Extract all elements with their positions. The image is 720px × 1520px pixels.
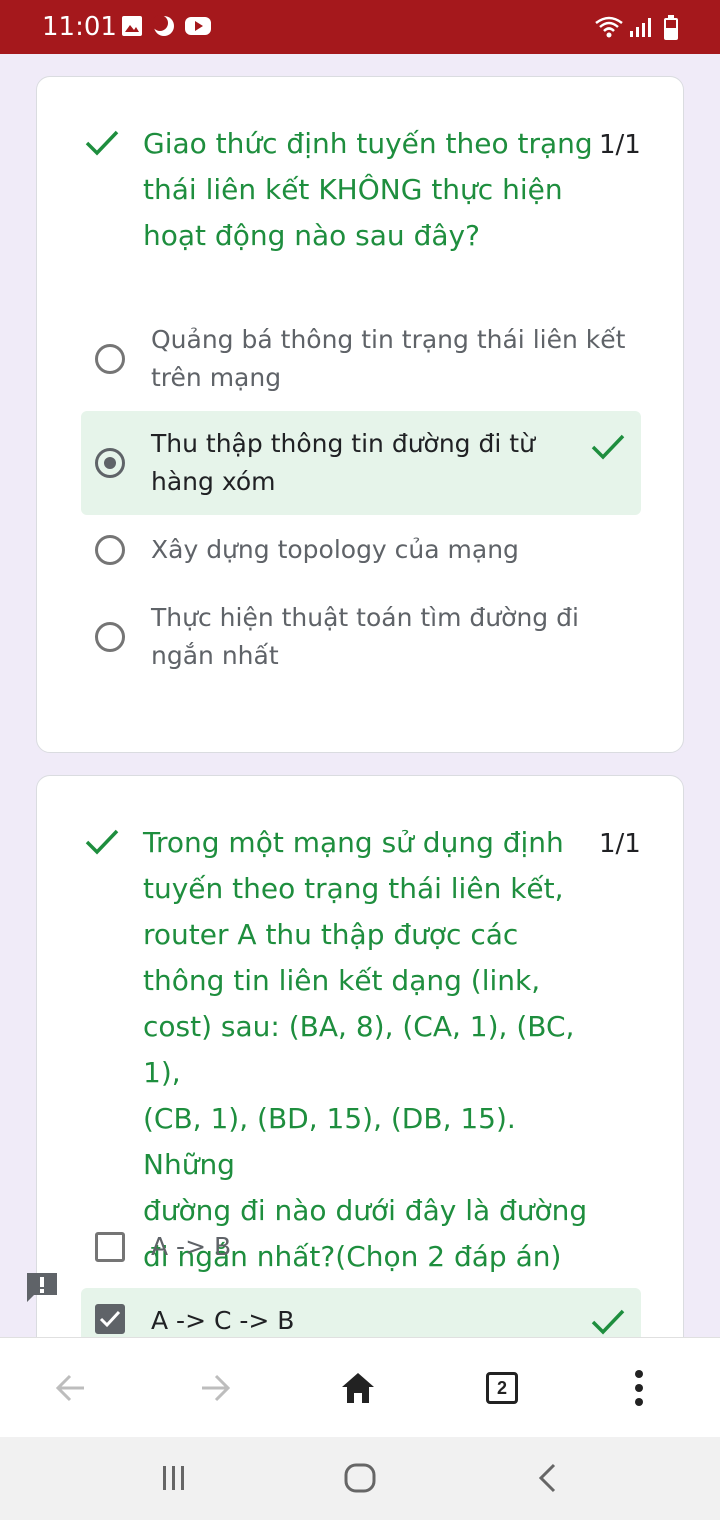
- youtube-icon: [185, 17, 211, 35]
- forward-arrow-icon[interactable]: [200, 1373, 232, 1403]
- report-issue-icon[interactable]: [24, 1270, 60, 1304]
- option-label: Xây dựng topology của mạng: [151, 535, 519, 564]
- moon-icon: [153, 15, 174, 36]
- radio-button-selected[interactable]: [95, 448, 125, 478]
- checkbox-checked[interactable]: [95, 1304, 125, 1334]
- correct-check-icon: [591, 1309, 625, 1335]
- checkmark-icon: [99, 1310, 121, 1328]
- image-icon: [122, 16, 142, 36]
- answer-option[interactable]: Thực hiện thuật toán tìm đường đi ngắn n…: [81, 595, 641, 675]
- option-label: A -> C -> B: [151, 1306, 295, 1335]
- wifi-icon: [595, 16, 623, 38]
- tabs-count-button[interactable]: 2: [486, 1372, 518, 1404]
- question-card-1: Giao thức định tuyến theo trạng thái liê…: [36, 76, 684, 753]
- option-label: A -> B: [151, 1232, 232, 1261]
- signal-icon: [630, 18, 651, 37]
- answer-option-correct[interactable]: Thu thập thông tin đường đi từ hàng xóm: [81, 411, 641, 515]
- answer-option[interactable]: Xây dựng topology của mạng: [81, 527, 641, 573]
- browser-toolbar: 2: [0, 1337, 720, 1438]
- recent-apps-icon[interactable]: [160, 1465, 188, 1491]
- status-bar: 11:01: [0, 0, 720, 54]
- question-score: 1/1: [599, 829, 641, 859]
- option-label: Thực hiện thuật toán tìm đường đi ngắn n…: [151, 603, 579, 670]
- radio-button[interactable]: [95, 344, 125, 374]
- question-text: Trong một mạng sử dụng định tuyến theo t…: [143, 826, 588, 1273]
- answer-option[interactable]: A -> B: [81, 1226, 641, 1272]
- radio-button[interactable]: [95, 535, 125, 565]
- system-nav-bar: [0, 1437, 720, 1520]
- checkbox[interactable]: [95, 1232, 125, 1262]
- option-label: Thu thập thông tin đường đi từ hàng xóm: [151, 429, 535, 496]
- correct-check-icon: [85, 130, 119, 156]
- back-arrow-icon[interactable]: [54, 1373, 86, 1403]
- correct-check-icon: [591, 434, 625, 460]
- answer-option[interactable]: Quảng bá thông tin trạng thái liên kết t…: [81, 317, 641, 397]
- radio-button[interactable]: [95, 622, 125, 652]
- question-score: 1/1: [599, 130, 641, 160]
- correct-check-icon: [85, 829, 119, 855]
- home-button-icon[interactable]: [344, 1463, 376, 1493]
- option-label: Quảng bá thông tin trạng thái liên kết t…: [151, 325, 626, 392]
- clock: 11:01: [42, 12, 117, 42]
- question-text: Giao thức định tuyến theo trạng thái liê…: [143, 127, 593, 252]
- more-options-icon[interactable]: [632, 1368, 646, 1408]
- battery-icon: [664, 15, 678, 40]
- home-icon[interactable]: [340, 1371, 376, 1405]
- back-button-icon[interactable]: [536, 1463, 558, 1493]
